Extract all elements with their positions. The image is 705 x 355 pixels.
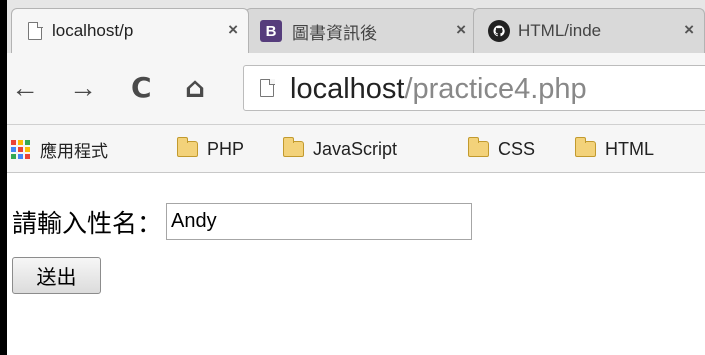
bookmark-label: HTML xyxy=(605,138,654,159)
apps-grid-dot xyxy=(18,153,23,159)
bookmark-html[interactable]: HTML xyxy=(574,137,654,161)
apps-grid-dot xyxy=(25,146,30,152)
apps-grid-dot xyxy=(18,146,23,152)
folder-icon xyxy=(467,137,489,157)
tab-strip: localhost/p × B 圖書資訊後 × HTML/inde × xyxy=(7,0,705,53)
apps-grid-dot xyxy=(25,153,30,159)
tab-title: HTML/inde xyxy=(518,21,602,40)
url-host: localhost xyxy=(290,73,405,105)
page-content: 請輸入性名： 送出 xyxy=(7,173,705,355)
bookmark-apps[interactable]: 應用程式 xyxy=(11,137,108,162)
tab-title: 圖書資訊後 xyxy=(292,23,377,43)
page-icon xyxy=(260,78,275,97)
bookmark-label: CSS xyxy=(498,138,536,159)
bookmark-label: 應用程式 xyxy=(40,141,108,162)
window-left-edge xyxy=(0,0,7,355)
url-path: /practice4.php xyxy=(404,73,587,105)
name-input[interactable] xyxy=(166,203,473,240)
tab-title: localhost/p xyxy=(52,21,134,40)
bookmark-javascript[interactable]: JavaScript xyxy=(282,137,398,161)
apps-grid-dot xyxy=(25,139,30,145)
tab-localhost[interactable]: localhost/p × xyxy=(11,8,249,53)
folder-icon xyxy=(176,137,198,157)
tab-library[interactable]: B 圖書資訊後 × xyxy=(245,8,477,53)
bookmark-css[interactable]: CSS xyxy=(467,137,536,161)
url-text: localhost/practice4.php xyxy=(290,73,587,106)
submit-button[interactable]: 送出 xyxy=(12,257,101,294)
bootstrap-icon: B xyxy=(260,20,282,42)
bookmark-label: JavaScript xyxy=(313,138,398,159)
bookmarks-bar: 應用程式 PHP JavaScript CSS HTML xyxy=(7,125,705,173)
apps-grid-dot xyxy=(11,139,16,145)
folder-icon xyxy=(282,137,304,157)
apps-icon xyxy=(11,139,30,159)
reload-icon[interactable]: C xyxy=(131,73,152,103)
address-bar[interactable]: localhost/practice4.php xyxy=(243,65,705,111)
name-form-row: 請輸入性名： xyxy=(12,203,473,240)
forward-icon[interactable]: → xyxy=(69,73,97,103)
home-icon[interactable]: ⌂ xyxy=(185,73,205,103)
apps-grid-dot xyxy=(18,139,23,145)
github-icon xyxy=(488,20,510,42)
bookmark-php[interactable]: PHP xyxy=(176,137,245,161)
bookmark-label: PHP xyxy=(207,138,245,159)
browser-toolbar: ← → C ⌂ localhost/practice4.php xyxy=(7,53,705,125)
page-icon xyxy=(28,21,43,40)
back-icon[interactable]: ← xyxy=(11,73,39,103)
apps-grid-dot xyxy=(11,153,16,159)
close-icon[interactable]: × xyxy=(684,20,694,40)
tab-html-index[interactable]: HTML/inde × xyxy=(473,8,705,53)
apps-grid-dot xyxy=(11,146,16,152)
close-icon[interactable]: × xyxy=(456,20,466,40)
name-label: 請輸入性名： xyxy=(12,208,163,238)
close-icon[interactable]: × xyxy=(228,20,238,40)
folder-icon xyxy=(574,137,596,157)
